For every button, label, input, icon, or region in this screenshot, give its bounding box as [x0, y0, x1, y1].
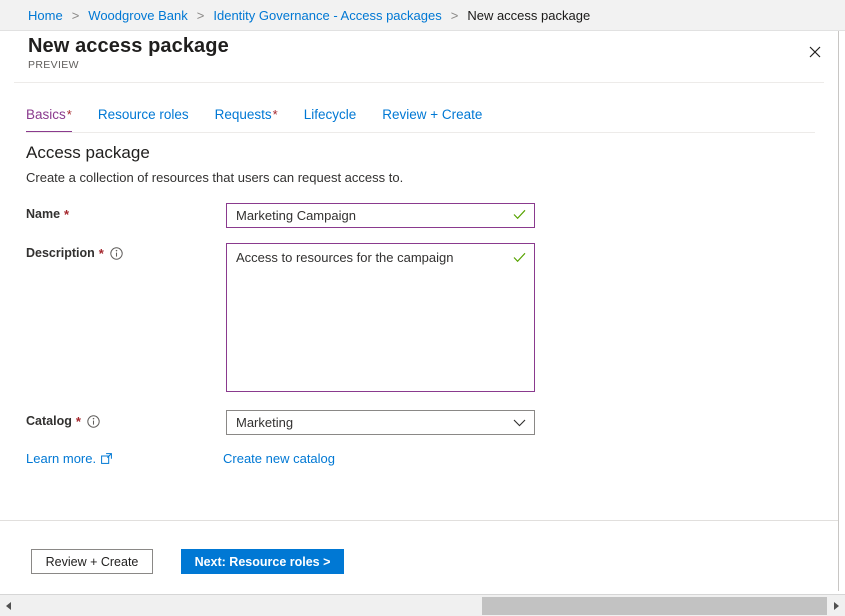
scrollbar-track[interactable] [17, 596, 828, 616]
close-button[interactable] [796, 33, 834, 71]
review-create-button[interactable]: Review + Create [31, 549, 153, 574]
catalog-field-label: Catalog * [26, 414, 100, 428]
catalog-select[interactable]: Marketing [226, 410, 535, 435]
breadcrumb-item-home[interactable]: Home [28, 8, 63, 23]
close-icon [809, 46, 821, 58]
scrollbar-thumb[interactable] [482, 597, 827, 615]
breadcrumb-separator: > [197, 8, 205, 23]
learn-more-link[interactable]: Learn more. [26, 451, 112, 466]
description-textarea[interactable]: Access to resources for the campaign [226, 243, 535, 392]
breadcrumb-separator: > [451, 8, 459, 23]
description-label-text: Description [26, 246, 95, 260]
tab-basics[interactable]: Basics* [26, 106, 72, 133]
breadcrumb-item-identity-governance[interactable]: Identity Governance - Access packages [213, 8, 441, 23]
name-input-value: Marketing Campaign [236, 207, 507, 225]
tab-lifecycle[interactable]: Lifecycle [304, 106, 357, 133]
page-title: New access package [28, 35, 229, 58]
breadcrumb-item-current: New access package [467, 8, 590, 23]
breadcrumb-separator: > [72, 8, 80, 23]
info-icon[interactable] [87, 415, 100, 428]
chevron-down-icon [513, 414, 526, 432]
name-label-text: Name [26, 207, 60, 221]
external-link-icon [101, 453, 112, 464]
tab-basics-required-marker: * [67, 107, 72, 122]
name-required-marker: * [64, 208, 69, 221]
horizontal-scrollbar[interactable] [0, 594, 845, 616]
tab-review-create[interactable]: Review + Create [382, 106, 482, 133]
tab-resource-roles[interactable]: Resource roles [98, 106, 189, 133]
create-new-catalog-label: Create new catalog [223, 451, 335, 466]
checkmark-icon [513, 250, 526, 268]
scroll-right-arrow-icon[interactable] [828, 596, 845, 616]
catalog-required-marker: * [76, 415, 81, 428]
tab-lifecycle-label: Lifecycle [304, 107, 357, 122]
name-input[interactable]: Marketing Campaign [226, 203, 535, 228]
tab-requests[interactable]: Requests* [215, 106, 278, 133]
section-description: Create a collection of resources that us… [26, 170, 403, 185]
next-resource-roles-button[interactable]: Next: Resource roles > [181, 549, 344, 574]
description-required-marker: * [99, 247, 104, 260]
create-new-catalog-link[interactable]: Create new catalog [223, 451, 335, 466]
description-input-value: Access to resources for the campaign [236, 249, 507, 267]
footer-actions: Review + Create Next: Resource roles > [0, 521, 838, 591]
tab-requests-label: Requests [215, 107, 272, 122]
tab-requests-required-marker: * [273, 107, 278, 122]
info-icon[interactable] [110, 247, 123, 260]
tab-review-create-label: Review + Create [382, 107, 482, 122]
checkmark-icon [513, 207, 526, 225]
new-access-package-blade: Home > Woodgrove Bank > Identity Governa… [0, 0, 845, 616]
breadcrumb: Home > Woodgrove Bank > Identity Governa… [0, 0, 845, 31]
catalog-label-text: Catalog [26, 414, 72, 428]
name-field-label: Name * [26, 207, 69, 221]
preview-badge: PREVIEW [28, 59, 79, 71]
blade-header: New access package PREVIEW [0, 31, 838, 82]
tab-bar-divider [26, 132, 815, 133]
header-divider [14, 82, 824, 83]
catalog-selected-value: Marketing [236, 415, 513, 430]
section-heading: Access package [26, 143, 150, 163]
breadcrumb-item-woodgrove-bank[interactable]: Woodgrove Bank [88, 8, 188, 23]
tab-resource-roles-label: Resource roles [98, 107, 189, 122]
blade-content: New access package PREVIEW Basics* Resou… [0, 31, 839, 591]
tab-bar: Basics* Resource roles Requests* Lifecyc… [26, 102, 508, 133]
learn-more-label: Learn more. [26, 451, 96, 466]
scroll-left-arrow-icon[interactable] [0, 596, 17, 616]
tab-basics-label: Basics [26, 107, 66, 122]
description-field-label: Description * [26, 246, 123, 260]
